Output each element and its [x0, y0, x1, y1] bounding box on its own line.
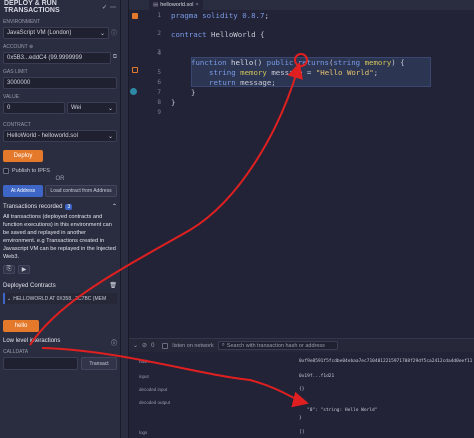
chevron-down-icon: ⌄	[107, 105, 113, 112]
more-icon[interactable]: ⋯	[110, 4, 116, 11]
code-line-1: pragma solidity 0.8.7;	[171, 11, 269, 20]
search-icon: ⌕	[221, 342, 225, 348]
code-line-5: function hello() public returns(string m…	[191, 58, 405, 67]
file-icon: ▤	[153, 2, 159, 8]
chevron-down-icon: ⌄	[99, 30, 105, 37]
replay-button[interactable]: ▶	[18, 265, 30, 274]
chevron-down-icon: ⌄	[107, 133, 113, 140]
publish-ipfs-checkbox[interactable]	[3, 168, 9, 174]
code-line-6: string memory message = "Hello World";	[209, 68, 379, 77]
info-icon[interactable]: ⓘ	[111, 28, 117, 37]
environment-select[interactable]: JavaScript VM (London) ⌄	[3, 27, 109, 39]
or-separator: OR	[55, 176, 65, 182]
search-input[interactable]: ⌕ Search with transaction hash or addres…	[217, 341, 338, 350]
code-line-8: }	[191, 88, 196, 97]
calldata-input[interactable]	[3, 357, 78, 370]
at-address-button[interactable]: At Address	[3, 185, 43, 197]
transactions-info-text: All transactions (deployed contracts and…	[3, 214, 116, 260]
deploy-button[interactable]: Deploy	[3, 150, 43, 162]
tab-helloworld[interactable]: ▤ helloworld.sol ×	[149, 0, 203, 10]
chevron-down-icon: ⌄	[7, 295, 12, 302]
account-select[interactable]: 0x5B3...eddC4 (99.9999999	[3, 52, 111, 64]
pending-count: 0	[151, 342, 155, 349]
chevron-down-icon[interactable]: ⌄	[133, 342, 138, 349]
code-editor[interactable]: ▤ helloworld.sol × 1 2 3 4 5 6 7 8 9 pra…	[129, 0, 474, 338]
line-gutter: 1 2 3	[129, 10, 165, 338]
save-transactions-button[interactable]: ⎘	[3, 265, 15, 274]
icon-strip	[121, 0, 129, 438]
transactions-count-badge: 3	[65, 203, 73, 210]
low-level-header: Low level interactions ⓘ	[3, 338, 117, 347]
code-content[interactable]: pragma solidity 0.8.7; contract HelloWor…	[171, 10, 474, 338]
copy-icon[interactable]: ⧉	[113, 54, 117, 61]
publish-ipfs-label: Publish to IPFS	[12, 168, 50, 174]
contract-select[interactable]: HelloWorld - helloworld.sol ⌄	[3, 130, 117, 142]
code-line-9: }	[171, 98, 176, 107]
value-input[interactable]: 0	[3, 102, 65, 114]
terminal-panel: ⌄ ⊘ 0 listen on network ⌕ Search with tr…	[129, 338, 474, 438]
contract-instance[interactable]: ⌄ HELLOWORLD AT 0X358...2C7BC (MEM	[3, 293, 117, 304]
plus-icon[interactable]: ⊕	[29, 44, 33, 50]
check-icon[interactable]: ✓	[102, 4, 107, 11]
listen-network-label: listen on network	[172, 342, 214, 349]
terminal-output: hash 0xf9e8591f5fcdbe04ebaa7ec7104012215…	[139, 359, 473, 435]
panel-header: DEPLOY & RUN TRANSACTIONS ✓ ⋯	[0, 0, 120, 14]
terminal-toolbar: ⌄ ⊘ 0 listen on network ⌕ Search with tr…	[129, 339, 474, 352]
info-icon[interactable]: ⓘ	[111, 338, 117, 347]
warning-marker-icon	[132, 67, 138, 73]
deploy-run-panel: DEPLOY & RUN TRANSACTIONS ✓ ⋯ ENVIRONMEN…	[0, 0, 121, 438]
calldata-label: CALLDATA	[3, 349, 29, 355]
hello-function-button[interactable]: hello	[3, 320, 39, 332]
chevron-up-icon[interactable]: ⌃	[112, 203, 117, 210]
listen-network-checkbox[interactable]	[162, 342, 169, 349]
transactions-recorded[interactable]: Transactions recorded 3 ⌃	[0, 203, 120, 210]
panel-title: DEPLOY & RUN TRANSACTIONS	[4, 0, 60, 14]
transact-button[interactable]: Transact	[81, 357, 117, 370]
contract-label: CONTRACT	[3, 122, 31, 128]
breakpoint-dot-icon	[130, 88, 137, 95]
load-contract-input[interactable]: Load contract from Address	[45, 185, 117, 197]
close-icon[interactable]: ×	[196, 2, 199, 8]
trash-icon[interactable]: 🗑	[109, 282, 117, 289]
value-unit-select[interactable]: Wei ⌄	[67, 102, 117, 114]
code-line-3: contract HelloWorld {	[171, 30, 265, 39]
tab-bar: ▤ helloworld.sol ×	[129, 0, 474, 10]
gas-limit-label: GAS LIMIT	[3, 69, 28, 75]
warning-marker-icon	[132, 13, 138, 19]
instance-label: HELLOWORLD AT 0X358...2C7BC (MEM	[13, 295, 107, 302]
gas-limit-input[interactable]: 3000000	[3, 77, 117, 89]
deployed-contracts-header: Deployed Contracts 🗑	[3, 282, 117, 290]
clear-icon[interactable]: ⊘	[142, 342, 147, 349]
code-line-7: return message;	[209, 78, 276, 87]
